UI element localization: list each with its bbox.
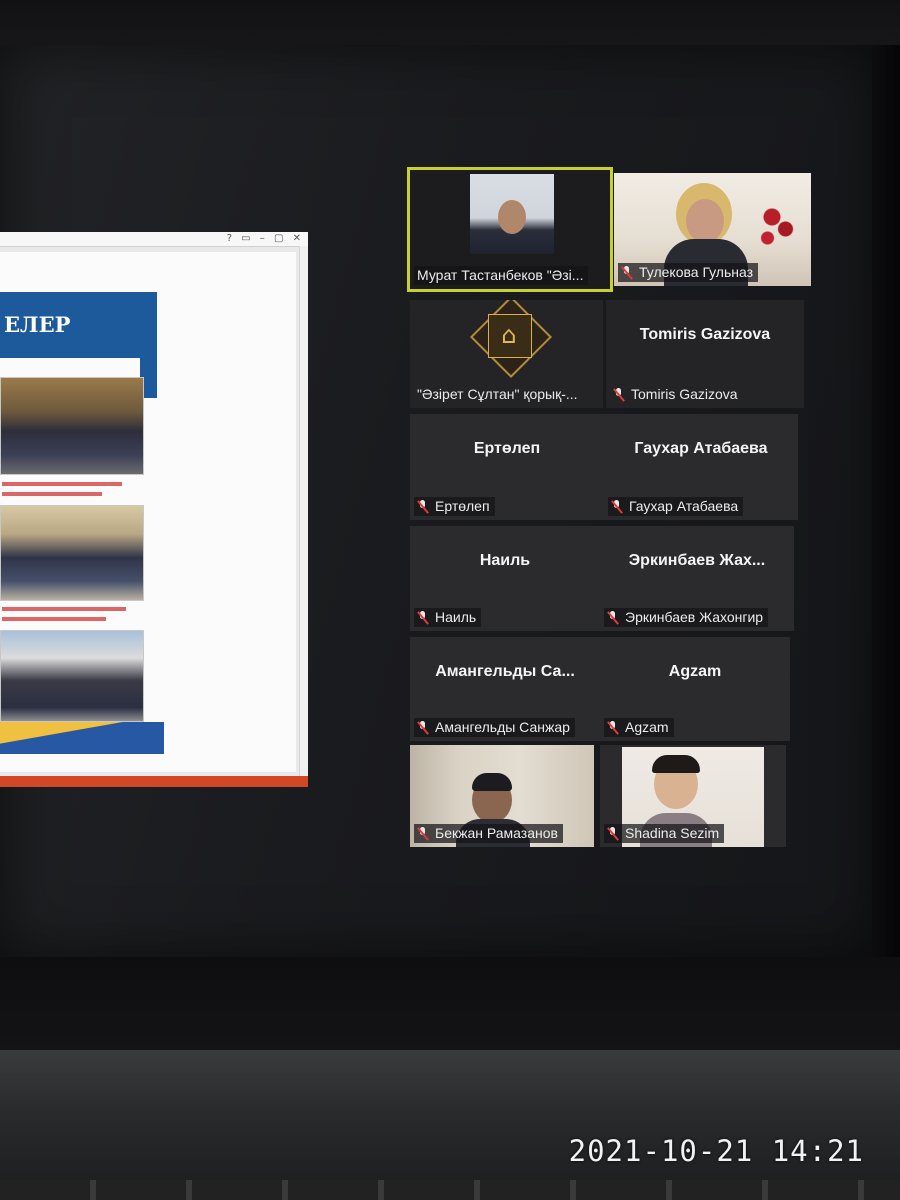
participant-name-tag: "Әзірет Сұлтан" қорық-... — [414, 385, 583, 404]
participant-center-name: Наиль — [479, 552, 531, 569]
participant-name: Тулекова Гульназ — [639, 264, 754, 280]
mausoleum-icon: ⌂ — [501, 321, 517, 349]
slide-photo-delegation — [0, 505, 144, 601]
participant-tile[interactable]: Гаухар Атабаева Гаухар Атабаева — [604, 414, 798, 520]
shared-window-titlebar: ? ▭ – ▢ ✕ — [0, 232, 308, 247]
mic-muted-icon — [417, 500, 429, 513]
participant-center-name: Ертөлеп — [473, 440, 541, 457]
vertical-scrollbar[interactable] — [299, 246, 308, 776]
participant-tile[interactable]: ⌂ "Әзірет Сұлтан" қорық-... — [410, 300, 603, 408]
photo-timestamp: 2021-10-21 14:21 — [568, 1134, 864, 1168]
mic-muted-icon — [607, 827, 619, 840]
participant-center-name: Tomiris Gazizova — [639, 326, 771, 343]
presentation-slide: ЕЛЕР — [0, 252, 296, 772]
mic-muted-icon — [417, 611, 429, 624]
participant-center-name: Гаухар Атабаева — [634, 440, 768, 457]
participant-name-tag: Agzam — [604, 718, 674, 737]
participant-center-name: Agzam — [668, 663, 722, 680]
participant-name-tag: Мурат Тастанбеков "Әзі... — [414, 266, 589, 285]
participant-tile[interactable]: Tomiris Gazizova Tomiris Gazizova — [606, 300, 804, 408]
participant-name: Shadina Sezim — [625, 825, 720, 841]
participant-center-name: Эркинбаев Жах... — [628, 552, 766, 569]
participant-name-tag: Tomiris Gazizova — [610, 385, 743, 404]
slide-caption-line — [2, 617, 106, 621]
flowers-background — [754, 193, 799, 253]
participant-face — [498, 200, 526, 234]
window-controls-icon[interactable]: ? ▭ – ▢ ✕ — [227, 233, 304, 244]
monitor-right-edge — [872, 45, 900, 1045]
shared-screen-window[interactable]: ? ▭ – ▢ ✕ ЕЛЕР — [0, 232, 308, 787]
participant-tile[interactable]: Бекжан Рамазанов — [410, 745, 594, 847]
mic-muted-icon — [417, 827, 429, 840]
participant-name: Мурат Тастанбеков "Әзі... — [417, 267, 584, 283]
participant-name-tag: Shadina Sezim — [604, 824, 725, 843]
participant-name-tag: Гаухар Атабаева — [608, 497, 744, 516]
participant-name: Гаухар Атабаева — [629, 498, 739, 514]
participant-name: Agzam — [625, 719, 669, 735]
participant-center-name: Амангельды Са... — [435, 663, 575, 680]
participant-name-tag: Амангельды Санжар — [414, 718, 575, 737]
participant-name: Наиль — [435, 609, 477, 625]
participant-name-tag: Наиль — [414, 608, 482, 627]
participant-hair — [472, 773, 512, 791]
participant-name: "Әзірет Сұлтан" қорық-... — [417, 386, 578, 402]
mic-muted-icon — [613, 388, 625, 401]
participant-tile[interactable]: Ертөлеп Ертөлеп — [410, 414, 604, 520]
slide-footer-stripe — [0, 722, 164, 754]
participant-name-tag: Тулекова Гульназ — [618, 263, 759, 282]
participant-name: Ертөлеп — [435, 498, 490, 514]
participant-tile[interactable]: Амангельды Са... Амангельды Санжар — [410, 637, 600, 741]
mic-muted-icon — [607, 611, 619, 624]
participant-name-tag: Бекжан Рамазанов — [414, 824, 563, 843]
powerpoint-status-bar — [0, 776, 308, 787]
keyboard-keys-row — [0, 1180, 900, 1200]
mic-muted-icon — [417, 721, 429, 734]
participant-face — [686, 199, 724, 243]
participant-hair — [652, 755, 700, 773]
participant-name: Амангельды Санжар — [435, 719, 570, 735]
mic-muted-icon — [607, 721, 619, 734]
participant-tile[interactable]: Тулекова Гульназ — [614, 173, 811, 286]
slide-heading: ЕЛЕР — [0, 292, 157, 358]
slide-caption-line — [2, 482, 122, 486]
participant-name-tag: Ертөлеп — [414, 497, 495, 516]
mic-muted-icon — [621, 266, 633, 279]
participant-tile[interactable]: Наиль Наиль — [410, 526, 600, 631]
participant-name: Эркинбаев Жахонгир — [625, 609, 764, 625]
participant-name-tag: Эркинбаев Жахонгир — [604, 608, 769, 627]
participant-name: Tomiris Gazizova — [631, 386, 738, 402]
slide-photo-ceremony — [0, 377, 144, 475]
mic-muted-icon — [611, 500, 623, 513]
participant-name: Бекжан Рамазанов — [435, 825, 558, 841]
participant-tile[interactable]: Shadina Sezim — [600, 745, 786, 847]
laptop-keyboard-deck — [0, 1050, 900, 1200]
monitor-bottom-bezel — [0, 957, 900, 1057]
participant-tile[interactable]: Эркинбаев Жах... Эркинбаев Жахонгир — [600, 526, 794, 631]
participant-tile[interactable]: Agzam Agzam — [600, 637, 790, 741]
participant-tile[interactable]: Мурат Тастанбеков "Әзі... — [407, 167, 613, 292]
slide-caption-line — [2, 607, 126, 611]
slide-photo-award — [0, 630, 144, 722]
slide-caption-line — [2, 492, 102, 496]
